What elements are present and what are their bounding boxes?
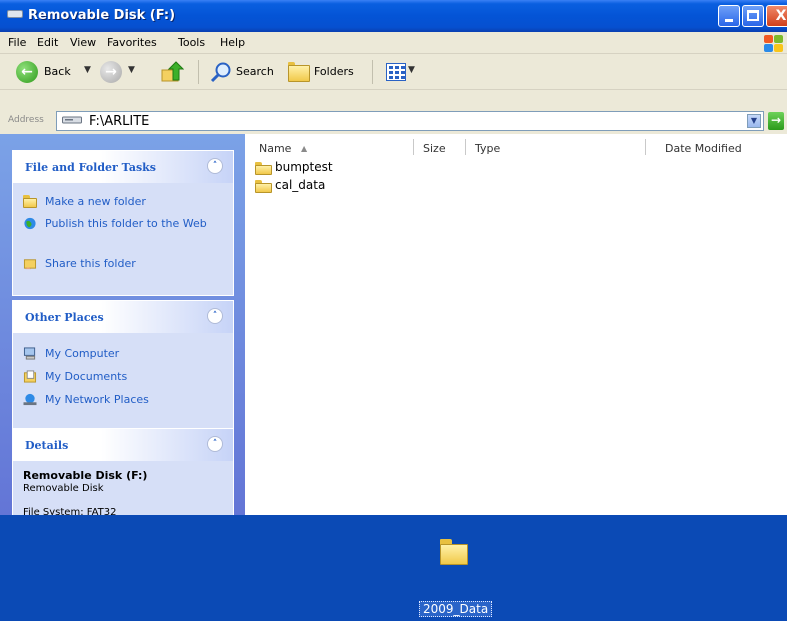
maximize-button[interactable]	[742, 5, 764, 27]
file-row[interactable]: cal_data	[255, 178, 325, 194]
file-name: bumptest	[275, 160, 333, 174]
menu-edit[interactable]: Edit	[37, 36, 58, 49]
explorer-window: Removable Disk (F:) X File Edit View Fav…	[0, 0, 787, 515]
task-pane: File and Folder Tasks ˄ Make a new folde…	[0, 134, 245, 515]
removable-drive-icon	[62, 116, 82, 124]
column-separator[interactable]	[465, 139, 466, 155]
menu-favorites[interactable]: Favorites	[107, 36, 157, 49]
place-label: My Computer	[45, 347, 120, 360]
address-dropdown-icon[interactable]: ▼	[747, 114, 761, 128]
panel-body: Make a new folder Publish this folder to…	[13, 183, 233, 295]
removable-disk-icon	[7, 10, 23, 18]
panel-header[interactable]: Details ˄	[13, 429, 233, 461]
folder-icon[interactable]	[440, 539, 468, 565]
folder-icon	[255, 180, 272, 193]
address-bar: Address F:\ARLITE ▼ → Go	[0, 90, 787, 134]
column-separator[interactable]	[645, 139, 646, 155]
desktop: 2009_Data	[0, 515, 787, 621]
address-value: F:\ARLITE	[89, 114, 150, 129]
new-folder-icon	[23, 195, 37, 208]
details-filesystem: File System: FAT32	[23, 507, 117, 515]
menu-view[interactable]: View	[70, 36, 96, 49]
publish-web-icon	[24, 217, 36, 230]
views-icon[interactable]	[386, 63, 406, 81]
panel-header[interactable]: File and Folder Tasks ˄	[13, 151, 233, 183]
search-button[interactable]: Search	[236, 65, 274, 78]
file-folder-tasks-panel: File and Folder Tasks ˄ Make a new folde…	[12, 150, 234, 296]
file-list[interactable]: Name ▲ Size Type Date Modified bumptest …	[245, 134, 787, 515]
back-dropdown-icon[interactable]: ▼	[84, 65, 91, 75]
panel-title: Details	[25, 439, 69, 452]
back-arrow-icon[interactable]: ←	[16, 61, 38, 83]
column-header-name[interactable]: Name	[259, 142, 291, 155]
column-header-size[interactable]: Size	[423, 142, 446, 155]
forward-button[interactable]: →	[100, 61, 122, 83]
address-label: Address	[8, 115, 44, 125]
window-title: Removable Disk (F:)	[28, 8, 176, 23]
place-label: My Network Places	[45, 393, 149, 406]
toolbar: ← Back ▼ → ▼ Search Folders ▼	[0, 54, 787, 90]
minimize-icon	[725, 19, 733, 22]
column-header-date[interactable]: Date Modified	[665, 142, 742, 155]
menu-bar: File Edit View Favorites Tools Help	[0, 32, 787, 54]
toolbar-separator	[372, 60, 373, 84]
menu-file[interactable]: File	[8, 36, 26, 49]
my-computer-icon	[23, 347, 36, 360]
other-places-panel: Other Places ˄ My Computer My Documents	[12, 300, 234, 434]
collapse-chevron-icon[interactable]: ˄	[207, 158, 223, 174]
menu-help[interactable]: Help	[220, 36, 245, 49]
column-separator[interactable]	[413, 139, 414, 155]
sort-ascending-icon: ▲	[301, 144, 308, 153]
file-name: cal_data	[275, 178, 326, 192]
menu-tools[interactable]: Tools	[178, 36, 205, 49]
column-header-type[interactable]: Type	[475, 142, 500, 155]
back-button[interactable]: Back	[44, 65, 71, 78]
collapse-chevron-icon[interactable]: ˄	[207, 436, 223, 452]
panel-body: My Computer My Documents My Network Plac…	[13, 333, 233, 433]
close-button[interactable]: X	[766, 5, 787, 27]
maximize-icon	[747, 10, 759, 21]
views-dropdown-icon[interactable]: ▼	[408, 65, 415, 75]
address-field[interactable]: F:\ARLITE ▼	[56, 111, 764, 131]
task-make-new-folder[interactable]: Make a new folder	[23, 195, 146, 208]
task-label: Publish this folder to the Web	[45, 217, 207, 230]
panel-title: Other Places	[25, 311, 104, 324]
network-places-icon	[23, 393, 37, 406]
details-name: Removable Disk (F:)	[23, 469, 148, 482]
folder-icon	[255, 162, 272, 175]
share-folder-icon	[23, 259, 37, 270]
panel-body: Removable Disk (F:) Removable Disk File …	[13, 461, 233, 515]
task-label: Share this folder	[45, 257, 136, 270]
file-row[interactable]: bumptest	[255, 160, 333, 176]
panel-header[interactable]: Other Places ˄	[13, 301, 233, 333]
my-documents-icon	[23, 370, 37, 383]
folders-button[interactable]: Folders	[314, 65, 354, 78]
up-folder-icon[interactable]	[160, 60, 184, 84]
search-icon	[210, 62, 231, 83]
collapse-chevron-icon[interactable]: ˄	[207, 308, 223, 324]
details-panel: Details ˄ Removable Disk (F:) Removable …	[12, 428, 234, 515]
place-label: My Documents	[45, 370, 128, 383]
desktop-icon-label[interactable]: 2009_Data	[419, 601, 493, 617]
folders-icon	[288, 62, 310, 82]
go-arrow-icon[interactable]: →	[768, 112, 784, 130]
close-icon: X	[775, 8, 787, 24]
forward-dropdown-icon[interactable]: ▼	[128, 65, 135, 75]
panel-title: File and Folder Tasks	[25, 161, 156, 174]
windows-logo-icon	[762, 34, 786, 54]
minimize-button[interactable]	[718, 5, 740, 27]
title-bar[interactable]: Removable Disk (F:) X	[0, 0, 787, 32]
toolbar-separator	[198, 60, 199, 84]
task-label: Make a new folder	[45, 195, 146, 208]
details-type: Removable Disk	[23, 483, 104, 494]
